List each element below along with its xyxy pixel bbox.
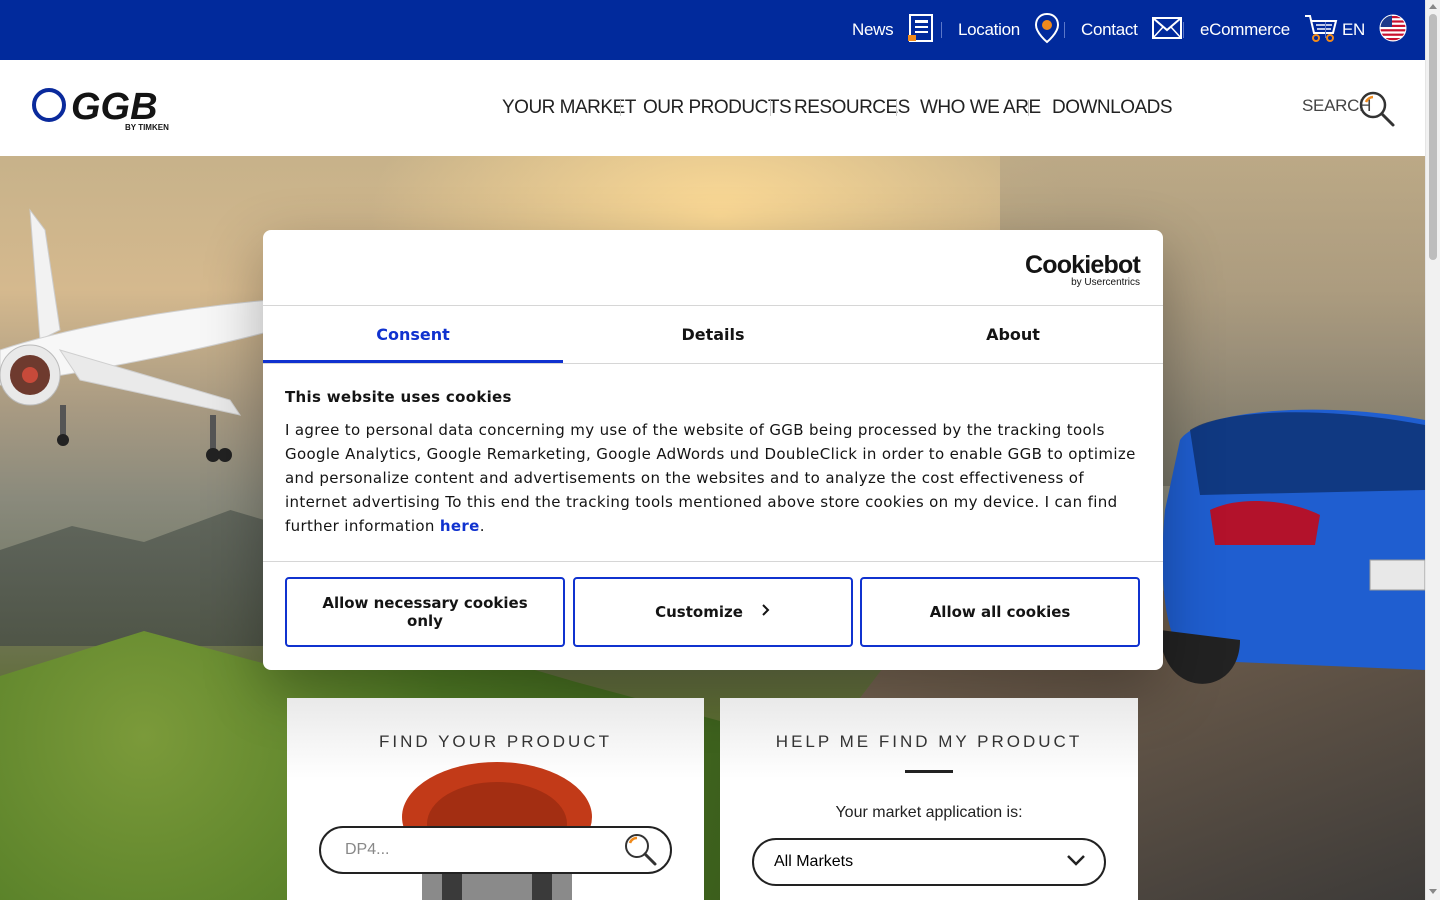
product-search-placeholder: DP4... <box>345 841 390 858</box>
location-label: Location <box>958 20 1020 39</box>
top-utility-bar: News Location Contact eCommerce EN <box>0 0 1425 60</box>
cookie-heading: This website uses cookies <box>285 388 512 406</box>
car-image <box>1120 400 1426 705</box>
cart-icon <box>1304 13 1338 48</box>
market-question: Your market application is: <box>835 804 1023 821</box>
cookie-text: I agree to personal data concerning my u… <box>285 418 1145 538</box>
find-product-title: FIND YOUR PRODUCT <box>379 732 612 751</box>
chevron-down-icon <box>1066 853 1086 871</box>
chevron-right-icon <box>761 603 771 621</box>
location-pin-icon <box>1034 12 1060 49</box>
nav-separator <box>1028 100 1029 116</box>
ecommerce-label: eCommerce <box>1200 20 1290 39</box>
allow-necessary-button[interactable]: Allow necessary cookies only <box>285 577 565 647</box>
cookiebot-logo: Cookiebot <box>1024 251 1141 279</box>
nav-your-market[interactable]: YOUR MARKET <box>502 93 636 123</box>
help-find-title: HELP ME FIND MY PRODUCT <box>775 732 1083 751</box>
scroll-up-arrow[interactable] <box>1429 4 1437 9</box>
ggb-logo[interactable]: GGB BY TIMKEN <box>31 86 191 132</box>
find-product-card: FIND YOUR PRODUCT DP4... <box>287 698 704 900</box>
product-search-icon[interactable] <box>623 832 659 873</box>
tab-consent[interactable]: Consent <box>263 306 563 363</box>
envelope-icon <box>1151 16 1182 44</box>
logo-text: GGB <box>71 86 158 128</box>
customize-button[interactable]: Customize <box>573 577 853 647</box>
topbar-separator <box>1325 22 1326 38</box>
cookie-info-link[interactable]: here <box>440 517 480 535</box>
nav-our-products[interactable]: OUR PRODUCTS <box>643 93 792 123</box>
nav-separator <box>770 100 771 116</box>
topbar-separator <box>1183 22 1184 38</box>
nav-separator <box>896 100 897 116</box>
scroll-thumb[interactable] <box>1429 14 1437 260</box>
consent-tabs: Consent Details About <box>263 306 1163 363</box>
cookie-body-text: I agree to personal data concerning my u… <box>285 421 1136 535</box>
help-find-card: HELP ME FIND MY PRODUCT Your market appl… <box>720 698 1138 900</box>
customize-label: Customize <box>655 603 743 621</box>
logo-sub: BY TIMKEN <box>125 123 169 132</box>
us-flag-icon <box>1379 14 1407 47</box>
language-label: EN <box>1342 20 1366 39</box>
airplane-image <box>0 200 280 485</box>
allow-all-label: Allow all cookies <box>929 603 1071 621</box>
page-scrollbar[interactable] <box>1425 0 1440 900</box>
location-link[interactable]: Location <box>958 0 1060 60</box>
topbar-separator <box>1064 22 1065 38</box>
nav-resources[interactable]: RESOURCES <box>794 93 910 123</box>
scroll-down-arrow[interactable] <box>1429 889 1437 894</box>
news-label: News <box>852 20 894 39</box>
cookiebot-brand: Cookiebot by Usercentrics <box>1024 251 1141 288</box>
topbar-separator <box>941 22 942 38</box>
nav-separator <box>620 100 621 116</box>
nav-who-we-are[interactable]: WHO WE ARE <box>920 93 1041 123</box>
tab-about[interactable]: About <box>863 306 1163 363</box>
allow-all-button[interactable]: Allow all cookies <box>860 577 1140 647</box>
dialog-divider <box>263 561 1163 562</box>
cookie-body-end: . <box>479 517 485 535</box>
title-underline <box>905 770 953 773</box>
language-selector[interactable]: EN <box>1342 0 1407 60</box>
market-select-value: All Markets <box>774 853 854 870</box>
market-select[interactable]: All Markets <box>752 838 1106 886</box>
news-link[interactable]: News <box>852 0 935 60</box>
ecommerce-link[interactable]: eCommerce <box>1200 0 1338 60</box>
contact-label: Contact <box>1081 20 1138 39</box>
product-search-input[interactable]: DP4... <box>319 826 672 874</box>
news-icon <box>907 13 935 48</box>
search-icon[interactable] <box>1358 90 1396 133</box>
nav-downloads[interactable]: DOWNLOADS <box>1052 93 1173 123</box>
allow-necessary-label: Allow necessary cookies only <box>322 594 528 630</box>
contact-link[interactable]: Contact <box>1081 0 1182 60</box>
cookie-consent-dialog: Cookiebot by Usercentrics Consent Detail… <box>263 230 1163 670</box>
tab-details[interactable]: Details <box>563 306 863 363</box>
cookie-body: This website uses cookies I agree to per… <box>285 388 1145 538</box>
dialog-divider <box>263 363 1163 364</box>
